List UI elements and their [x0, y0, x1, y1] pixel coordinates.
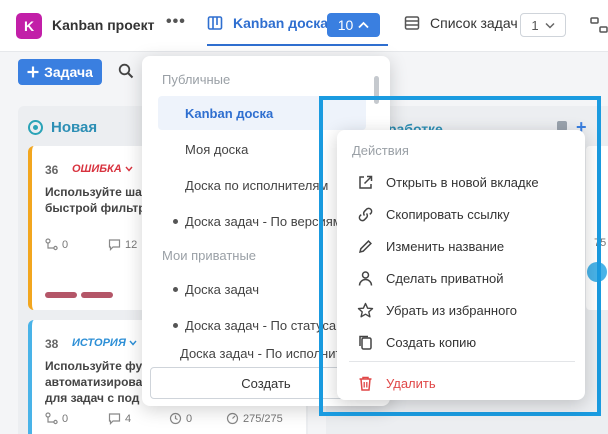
card-tag	[81, 292, 113, 298]
tab-task-list-label: Список задач	[430, 15, 518, 31]
clock-icon	[169, 412, 182, 425]
menu-section-public: Публичные	[162, 72, 231, 87]
pencil-icon	[358, 239, 372, 253]
card-number: 36	[45, 163, 59, 177]
action-remove-favorite[interactable]: Убрать из избранного	[357, 298, 517, 322]
board-count: 10	[337, 17, 354, 33]
external-link-icon	[359, 175, 373, 189]
actions-menu-title: Действия	[352, 143, 409, 158]
project-more-button[interactable]: •••	[166, 13, 186, 31]
subtask-icon	[45, 238, 58, 251]
card-number: 38	[45, 337, 59, 351]
tab-kanban-board-label: Kanban доска	[233, 15, 329, 31]
status-ring-icon	[28, 120, 43, 135]
card-time: 275/275	[226, 412, 283, 425]
subtask-icon	[45, 412, 58, 425]
add-task-label: Задача	[44, 64, 93, 80]
tab-task-list[interactable]: Список задач	[404, 15, 518, 31]
actions-divider	[349, 361, 575, 362]
comment-icon	[108, 413, 121, 425]
board-icon	[207, 16, 223, 30]
plus-icon	[27, 66, 39, 78]
person-icon	[358, 270, 373, 286]
dot-icon	[173, 218, 178, 224]
action-create-copy[interactable]: Создать копию	[357, 330, 476, 354]
hierarchy-icon[interactable]	[590, 17, 608, 33]
action-rename[interactable]: Изменить название	[357, 234, 504, 258]
chevron-down-icon	[545, 22, 555, 29]
card-comments: 12	[108, 238, 137, 251]
action-delete[interactable]: Удалить	[357, 371, 436, 395]
card-type-badge[interactable]: ОШИБКА	[72, 163, 133, 175]
column-new-header: Новая	[28, 119, 97, 136]
search-icon[interactable]	[118, 63, 134, 79]
list-icon	[404, 16, 420, 30]
copy-icon	[359, 335, 372, 350]
chevron-down-icon	[125, 166, 133, 172]
list-count: 1	[531, 17, 539, 33]
chevron-up-icon	[358, 21, 369, 29]
trash-icon	[359, 376, 372, 391]
gauge-icon	[226, 412, 239, 425]
card-comments: 4	[108, 412, 131, 425]
card-tag	[45, 292, 77, 298]
star-icon	[357, 302, 374, 318]
card-subtasks: 0	[45, 412, 68, 425]
dot-icon	[173, 286, 178, 292]
action-copy-link[interactable]: Скопировать ссылку	[357, 202, 510, 226]
add-task-button[interactable]: Задача	[18, 59, 102, 85]
action-open-new-tab[interactable]: Открыть в новой вкладке	[357, 170, 539, 194]
project-avatar[interactable]: K	[16, 13, 42, 39]
column-new-title: Новая	[51, 119, 98, 136]
board-count-dropdown[interactable]: 10	[327, 13, 380, 37]
project-name[interactable]: Kanban проект	[52, 17, 154, 33]
comment-icon	[108, 239, 121, 251]
tab-kanban-board[interactable]: Kanban доска	[207, 15, 389, 46]
card-type-badge[interactable]: ИСТОРИЯ	[72, 337, 137, 349]
dot-icon	[173, 322, 178, 328]
card-subtasks: 0	[45, 238, 68, 251]
menu-section-private: Мои приватные	[162, 248, 257, 263]
list-count-dropdown[interactable]: 1	[520, 13, 566, 37]
top-bar: K Kanban проект ••• Kanban доска 10 Спис…	[0, 0, 608, 52]
link-icon	[358, 207, 373, 221]
chevron-down-icon	[129, 340, 137, 346]
action-make-private[interactable]: Сделать приватной	[357, 266, 504, 290]
card-attachments: 0	[169, 412, 192, 425]
